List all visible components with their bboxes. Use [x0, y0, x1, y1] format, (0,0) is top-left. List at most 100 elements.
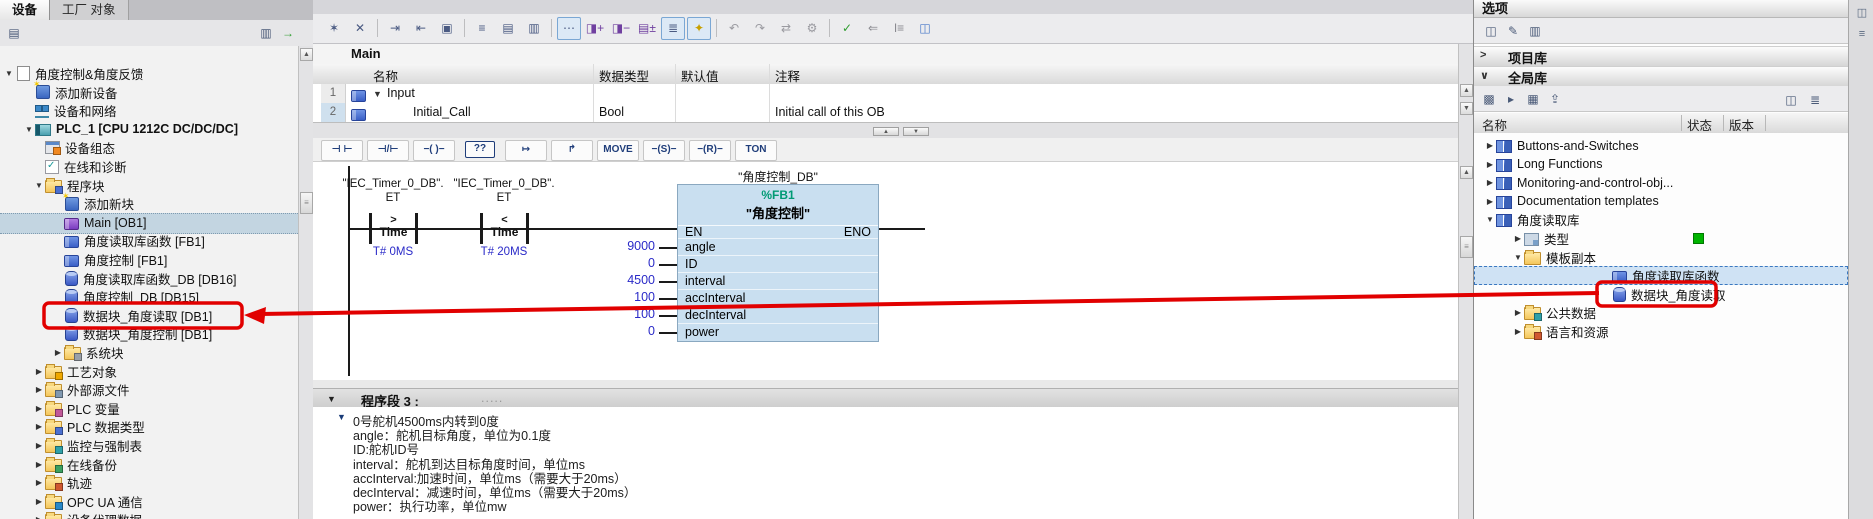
- tree-item-监控与强制表[interactable]: ▶监控与强制表: [0, 436, 298, 455]
- tree-item-数据块_角度控制 [DB1][interactable]: 数据块_角度控制 [DB1]: [0, 324, 298, 343]
- reset-coil-icon[interactable]: −(R)−: [689, 140, 731, 161]
- undo-icon[interactable]: ↶: [722, 17, 746, 40]
- chevron-expanded-icon[interactable]: ▼: [1512, 253, 1524, 262]
- operand-info-icon[interactable]: ▥: [522, 17, 546, 40]
- chevron-collapsed-icon[interactable]: ▶: [33, 367, 45, 376]
- open-element-icon[interactable]: →: [278, 23, 298, 43]
- tree-item-PLC 变量[interactable]: ▶PLC 变量: [0, 399, 298, 418]
- tree-item-Buttons-and-Switches[interactable]: ▶Buttons-and-Switches: [1474, 136, 1848, 155]
- network-expander-icon[interactable]: ▼: [327, 394, 336, 404]
- chevron-collapsed-icon[interactable]: ▶: [33, 497, 45, 506]
- pin-value-interval[interactable]: 4500: [577, 273, 655, 287]
- library-info-icon[interactable]: ◫: [1481, 21, 1501, 41]
- library-view-icon[interactable]: ▥: [1525, 21, 1545, 41]
- tree-item-系统块[interactable]: ▶系统块: [0, 343, 298, 362]
- table-row[interactable]: 2 Initial_Call Bool Initial call of this…: [313, 103, 1458, 123]
- panel-menu-icon[interactable]: ≡: [1854, 26, 1870, 42]
- chevron-collapsed-icon[interactable]: ▶: [33, 385, 45, 394]
- tree-item-数据块_角度读取[interactable]: 数据块_角度读取: [1474, 285, 1848, 304]
- open-all-networks-icon[interactable]: ◨+: [583, 17, 607, 40]
- edit-library-icon[interactable]: ✎: [1503, 21, 1523, 41]
- tree-item-工艺对象[interactable]: ▶工艺对象: [0, 362, 298, 381]
- chevron-collapsed-icon[interactable]: ▶: [1484, 178, 1496, 187]
- pin-value-ID[interactable]: 0: [577, 256, 655, 270]
- tree-item-角度读取库函数 [FB1][interactable]: 角度读取库函数 [FB1]: [0, 231, 298, 250]
- expander-icon[interactable]: ▼: [373, 89, 382, 99]
- tree-item-在线备份[interactable]: ▶在线备份: [0, 455, 298, 474]
- fb-call-block[interactable]: %FB1 "角度控制" EN ENO angleIDintervalaccInt…: [677, 184, 879, 342]
- view-options-icon[interactable]: ▤: [4, 23, 24, 43]
- tree-item-Monitoring-and-control-obj...[interactable]: ▶Monitoring-and-control-obj...: [1474, 173, 1848, 192]
- tree-item-PLC 数据类型[interactable]: ▶PLC 数据类型: [0, 417, 298, 436]
- tree-item-轨迹[interactable]: ▶轨迹: [0, 473, 298, 492]
- row-name[interactable]: Initial_Call: [413, 105, 471, 119]
- chevron-collapsed-icon[interactable]: ▶: [52, 348, 64, 357]
- tree-item-角度读取库函数[interactable]: 角度读取库函数: [1474, 266, 1848, 285]
- chevron-collapsed-icon[interactable]: ▶: [33, 422, 45, 431]
- tab-plant-objects[interactable]: 工厂 对象: [50, 0, 128, 20]
- chevron-collapsed-icon[interactable]: ▶: [1512, 308, 1524, 317]
- chevron-collapsed-icon[interactable]: ▶: [33, 478, 45, 487]
- normally-open-contact-icon[interactable]: ⊣ ⊢: [321, 140, 363, 161]
- table-scroll-up-icon[interactable]: ▲: [1460, 84, 1473, 97]
- tree-item-程序块[interactable]: ▼程序块: [0, 176, 298, 195]
- col-default[interactable]: 默认值: [681, 66, 719, 85]
- insert-network-icon[interactable]: ✶: [322, 17, 346, 40]
- absolute-operands-icon[interactable]: ≡: [470, 17, 494, 40]
- tree-item-角度控制&角度反馈[interactable]: ▼角度控制&角度反馈: [0, 64, 298, 83]
- chevron-expanded-icon[interactable]: ▼: [23, 125, 35, 134]
- detail-view-icon[interactable]: ◫: [1781, 90, 1801, 110]
- chevron-collapsed-icon[interactable]: ▶: [33, 515, 45, 519]
- contact-member[interactable]: ET: [429, 192, 579, 204]
- pin-value-angle[interactable]: 9000: [577, 239, 655, 253]
- chevron-collapsed-icon[interactable]: ▶: [1512, 327, 1524, 336]
- scrollbar-grip[interactable]: ≡: [300, 192, 313, 214]
- pin-accInterval[interactable]: accInterval: [685, 291, 745, 305]
- save-library-icon[interactable]: ▦: [1523, 89, 1543, 109]
- tree-item-公共数据[interactable]: ▶公共数据: [1474, 303, 1848, 322]
- contact-value[interactable]: T# 0MS: [343, 246, 443, 258]
- row-comment[interactable]: Initial call of this OB: [775, 105, 885, 119]
- editor-scrollbar[interactable]: ▲ ▼ ▲ ≡: [1458, 44, 1474, 519]
- pin-eno[interactable]: ENO: [844, 225, 871, 239]
- col-datatype[interactable]: 数据类型: [599, 66, 649, 85]
- empty-box-icon[interactable]: ??: [465, 141, 495, 158]
- collapse-panel-icon[interactable]: ◫: [1854, 5, 1870, 21]
- project-tree-scrollbar[interactable]: ▲ ≡: [298, 46, 314, 519]
- scrollbar-grip[interactable]: ≡: [1460, 236, 1473, 258]
- chevron-expanded-icon[interactable]: ▼: [1484, 215, 1496, 224]
- open-library-icon[interactable]: ▸: [1501, 89, 1521, 109]
- comment-expander-icon[interactable]: ▼: [337, 412, 346, 422]
- global-library-section[interactable]: ∨ 全局库: [1474, 66, 1848, 87]
- chevron-expanded-icon[interactable]: ▼: [3, 69, 15, 78]
- collapse-down-icon[interactable]: ▼: [903, 127, 929, 136]
- pin-angle[interactable]: angle: [685, 240, 716, 254]
- delete-network-icon[interactable]: ✕: [348, 17, 372, 40]
- chevron-collapsed-icon[interactable]: ▶: [1512, 234, 1524, 243]
- tree-item-OPC UA 通信[interactable]: ▶OPC UA 通信: [0, 492, 298, 511]
- network-3-header[interactable]: ▼ 程序段 3 : .....: [313, 388, 1458, 409]
- close-branch-icon[interactable]: ↱: [551, 140, 593, 161]
- pin-decInterval[interactable]: decInterval: [685, 308, 746, 322]
- tree-item-数据块_角度读取 [DB1][interactable]: 数据块_角度读取 [DB1]: [0, 306, 298, 325]
- compile-icon[interactable]: ✓: [835, 17, 859, 40]
- list-view-icon[interactable]: ≣: [1805, 90, 1825, 110]
- open-branch-icon[interactable]: ⇥: [383, 17, 407, 40]
- col-comment[interactable]: 注释: [775, 66, 800, 85]
- col-status[interactable]: 状态: [1687, 115, 1712, 134]
- tree-item-设备组态[interactable]: 设备组态: [0, 138, 298, 157]
- pin-value-decInterval[interactable]: 100: [577, 307, 655, 321]
- instance-db-name[interactable]: "角度控制_DB": [677, 168, 879, 185]
- pin-value-accInterval[interactable]: 100: [577, 290, 655, 304]
- go-to-icon[interactable]: ⇄: [774, 17, 798, 40]
- scroll-up-icon[interactable]: ▲: [300, 48, 313, 61]
- tree-item-角度读取库函数_DB [DB16][interactable]: 角度读取库函数_DB [DB16]: [0, 269, 298, 288]
- chevron-collapsed-icon[interactable]: ▶: [33, 441, 45, 450]
- network-overview-icon[interactable]: ≣: [661, 17, 685, 40]
- ladder-network-canvas[interactable]: "IEC_Timer_0_DB". ET > Time T# 0MS "IEC_…: [313, 162, 1458, 380]
- tree-item-添加新块[interactable]: 添加新块: [0, 194, 298, 213]
- ton-timer-icon[interactable]: TON: [735, 140, 777, 161]
- set-coil-icon[interactable]: −(S)−: [643, 140, 685, 161]
- network-3-comment-placeholder[interactable]: .....: [481, 391, 503, 405]
- collapse-up-icon[interactable]: ▲: [873, 127, 899, 136]
